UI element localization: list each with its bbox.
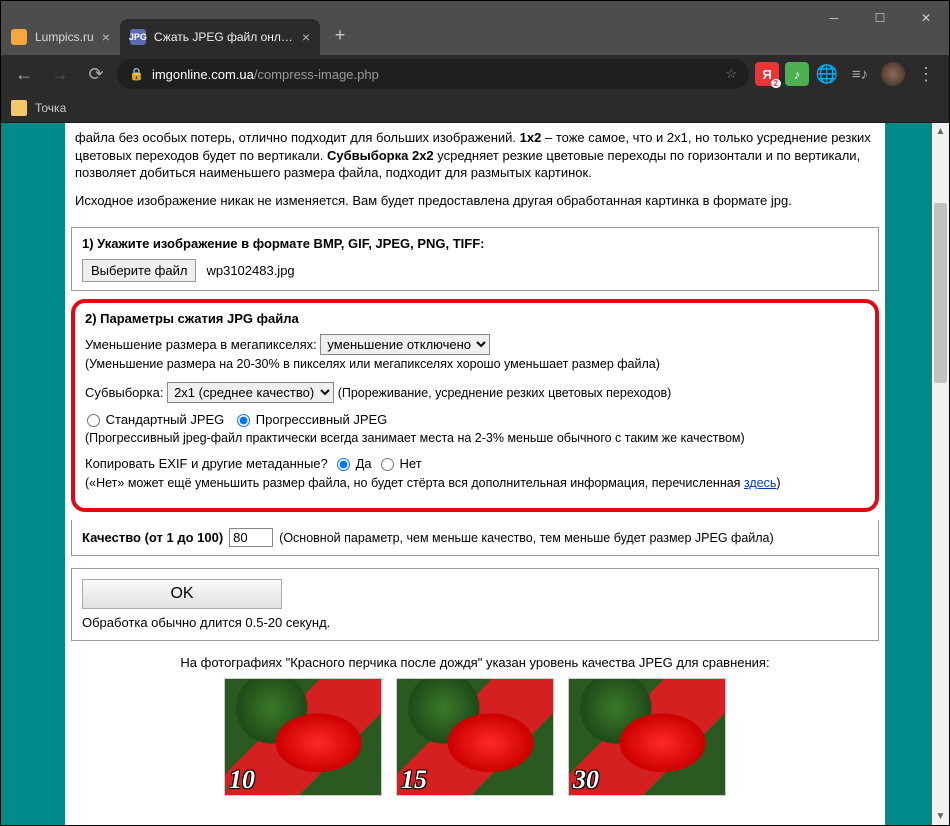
chosen-filename: wp3102483.jpg	[206, 263, 294, 278]
browser-window: Lumpics.ru × JPG Сжать JPEG файл онлайн …	[0, 0, 950, 826]
menu-button[interactable]: ⋮	[911, 59, 941, 89]
bookmark-item[interactable]: Точка	[35, 101, 66, 115]
extension-music[interactable]: ♪	[785, 62, 809, 86]
exif-no-radio[interactable]: Нет	[379, 456, 422, 471]
megapixel-select[interactable]: уменьшение отключено	[320, 334, 490, 355]
url-domain: imgonline.com.ua	[152, 67, 254, 82]
star-icon[interactable]: ☆	[725, 66, 737, 82]
url-field[interactable]: 🔒 imgonline.com.ua/compress-image.php ☆	[117, 59, 749, 89]
quality-note: (Основной параметр, чем меньше качество,…	[279, 531, 774, 545]
folder-icon	[11, 100, 27, 116]
tab-lumpics[interactable]: Lumpics.ru ×	[1, 19, 120, 55]
tab-close-icon[interactable]: ×	[302, 29, 310, 45]
intro-text: файла без особых потерь, отлично подходи…	[71, 129, 879, 219]
thumb-q30: 30	[568, 678, 726, 796]
address-bar: ← → ⟳ 🔒 imgonline.com.ua/compress-image.…	[1, 55, 949, 93]
processing-hint: Обработка обычно длится 0.5-20 секунд.	[82, 615, 868, 630]
playlist-icon[interactable]: ≡♪	[845, 59, 875, 89]
quality-input[interactable]	[229, 528, 273, 547]
quality-label: Качество (от 1 до 100)	[82, 530, 223, 545]
favicon-imgonline: JPG	[130, 29, 146, 45]
step1-title: 1) Укажите изображение в формате BMP, GI…	[82, 236, 868, 251]
forward-button[interactable]: →	[45, 59, 75, 89]
minimize-button[interactable]: ─	[811, 1, 857, 35]
new-tab-button[interactable]: +	[326, 21, 354, 49]
favicon-lumpics	[11, 29, 27, 45]
viewport: файла без особых потерь, отлично подходи…	[1, 123, 949, 825]
scrollbar[interactable]: ▲ ▼	[932, 123, 949, 825]
thumbnails: 10 15 30	[71, 678, 879, 796]
step2-title: 2) Параметры сжатия JPG файла	[85, 311, 865, 326]
bookmarks-bar: Точка	[1, 93, 949, 123]
jpeg-note: (Прогрессивный jpeg-файл практически все…	[85, 431, 745, 445]
exif-label: Копировать EXIF и другие метаданные?	[85, 456, 328, 471]
url-path: /compress-image.php	[254, 67, 379, 82]
step1-box: 1) Укажите изображение в формате BMP, GI…	[71, 227, 879, 291]
jpeg-progressive-radio[interactable]: Прогрессивный JPEG	[235, 412, 387, 427]
subsample-select[interactable]: 2x1 (среднее качество)	[167, 382, 334, 403]
reload-button[interactable]: ⟳	[81, 59, 111, 89]
page-content: файла без особых потерь, отлично подходи…	[65, 123, 885, 825]
extension-yandex[interactable]: Я	[755, 62, 779, 86]
tab-title: Сжать JPEG файл онлайн - IMG	[154, 30, 294, 44]
choose-file-button[interactable]: Выберите файл	[82, 259, 196, 282]
titlebar: Lumpics.ru × JPG Сжать JPEG файл онлайн …	[1, 1, 949, 55]
scroll-down-button[interactable]: ▼	[932, 808, 949, 825]
compare-caption: На фотографиях "Красного перчика после д…	[71, 655, 879, 670]
ok-button[interactable]: OK	[82, 579, 282, 609]
thumb-q15: 15	[396, 678, 554, 796]
back-button[interactable]: ←	[9, 59, 39, 89]
step2-box: 2) Параметры сжатия JPG файла Уменьшение…	[71, 299, 879, 512]
megapixel-note: (Уменьшение размера на 20-30% в пикселях…	[85, 357, 660, 371]
close-button[interactable]: ✕	[903, 1, 949, 35]
scroll-up-button[interactable]: ▲	[932, 123, 949, 140]
extension-globe[interactable]: 🌐	[815, 62, 839, 86]
jpeg-standard-radio[interactable]: Стандартный JPEG	[85, 412, 224, 427]
window-controls: ─ ☐ ✕	[811, 1, 949, 55]
exif-yes-radio[interactable]: Да	[335, 456, 372, 471]
tab-imgonline[interactable]: JPG Сжать JPEG файл онлайн - IMG ×	[120, 19, 320, 55]
exif-here-link[interactable]: здесь	[744, 476, 776, 490]
megapixel-label: Уменьшение размера в мегапикселях:	[85, 337, 317, 352]
quality-row: Качество (от 1 до 100) (Основной парамет…	[71, 520, 879, 556]
profile-avatar[interactable]	[881, 62, 905, 86]
subsample-label: Субвыборка:	[85, 385, 163, 400]
tab-title: Lumpics.ru	[35, 30, 94, 44]
thumb-q10: 10	[224, 678, 382, 796]
lock-icon: 🔒	[129, 67, 144, 81]
scroll-thumb[interactable]	[934, 203, 947, 383]
subsample-note: (Прореживание, усреднение резких цветовы…	[338, 386, 672, 400]
maximize-button[interactable]: ☐	[857, 1, 903, 35]
submit-box: OK Обработка обычно длится 0.5-20 секунд…	[71, 568, 879, 641]
tab-close-icon[interactable]: ×	[102, 29, 110, 45]
